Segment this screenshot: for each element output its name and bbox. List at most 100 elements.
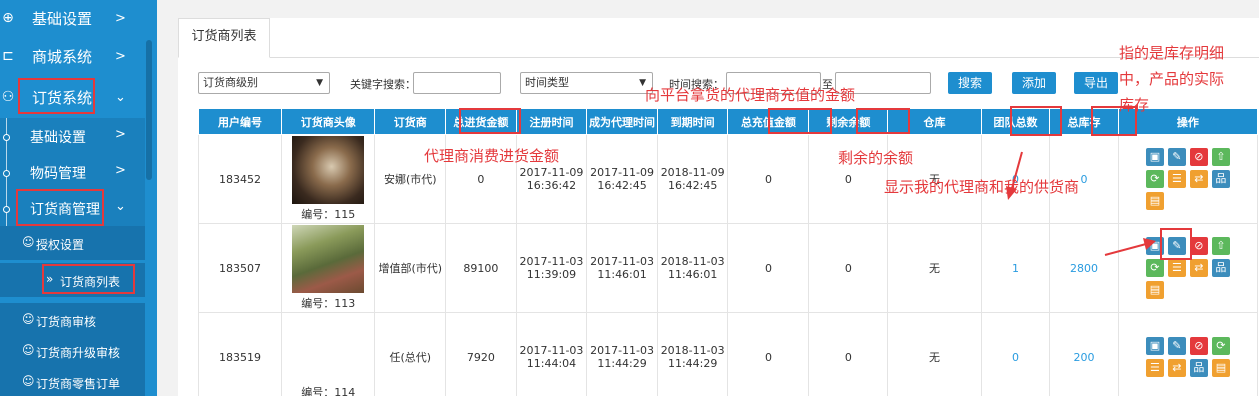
- cell-dealer: 任(总代): [374, 312, 447, 396]
- sidebar-scrollbar[interactable]: [146, 40, 152, 180]
- cell-dealer: 增值部(市代): [374, 223, 447, 313]
- avatar-code: 编号：115: [301, 208, 356, 221]
- avatar[interactable]: [292, 314, 365, 382]
- cell-balance: 0: [808, 312, 889, 396]
- date-text: 2017-11-03: [590, 344, 655, 357]
- org-icon[interactable]: 品: [1211, 170, 1230, 188]
- transfer-icon[interactable]: ⇄: [1167, 359, 1186, 377]
- sidebar-leaf-dealer-retail-orders[interactable]: ☺ 订货商零售订单: [0, 365, 145, 396]
- chevron-right-icon: >: [115, 48, 126, 64]
- list-icon[interactable]: ☰: [1167, 170, 1186, 188]
- date-text: 2017-11-03: [519, 344, 584, 357]
- sidebar-item-mall-system[interactable]: ⊏ 商城系统 >: [0, 38, 145, 74]
- chevron-down-icon: ⌄: [115, 89, 126, 105]
- org-icon[interactable]: 品: [1211, 259, 1230, 277]
- dealer-table: 用户编号 订货商头像 订货商 总进货金额 注册时间 成为代理时间 到期时间 总充…: [197, 108, 1259, 396]
- record-icon[interactable]: ▤: [1211, 359, 1230, 377]
- list-icon[interactable]: ☰: [1145, 359, 1164, 377]
- cell-total-purchase: 89100: [445, 223, 517, 313]
- sidebar: ⊕ 基础设置 > ⊏ 商城系统 > ⚇ 订货系统 ⌄ 基础设置 > 物码管理 >: [0, 0, 157, 396]
- cell-total-stock[interactable]: 200: [1049, 312, 1119, 396]
- record-icon[interactable]: ▤: [1145, 281, 1164, 299]
- cell-team-total[interactable]: 1: [980, 223, 1051, 313]
- keyword-input[interactable]: [413, 72, 501, 94]
- cell-warehouse: 无: [887, 312, 982, 396]
- org-icon[interactable]: 品: [1189, 359, 1208, 377]
- cell-balance: 0: [808, 223, 889, 313]
- date-text: 2017-11-09: [590, 166, 655, 179]
- select-value: 订货商级别: [203, 76, 258, 89]
- cell-user-id: 183519: [197, 312, 283, 396]
- edit-icon[interactable]: ✎: [1167, 337, 1186, 355]
- upgrade-icon[interactable]: ⇧: [1211, 148, 1230, 166]
- search-button[interactable]: 搜索: [948, 72, 992, 94]
- col-expire-time[interactable]: 到期时间: [656, 108, 729, 135]
- cell-register-time: 2017-11-03 11:44:04: [515, 312, 588, 396]
- cell-total-recharge: 0: [727, 223, 810, 313]
- sidebar-subitem-basic-settings[interactable]: 基础设置 >: [0, 118, 145, 154]
- date-text: 2017-11-03: [519, 255, 584, 268]
- transfer-icon[interactable]: ⇄: [1189, 259, 1208, 277]
- cart-icon: ⊏: [2, 48, 14, 64]
- col-avatar[interactable]: 订货商头像: [281, 108, 376, 135]
- col-user-id[interactable]: 用户编号: [197, 108, 283, 135]
- app-root: ⊕ 基础设置 > ⊏ 商城系统 > ⚇ 订货系统 ⌄ 基础设置 > 物码管理 >: [0, 0, 1259, 396]
- sidebar-leaf-label: 订货商审核: [36, 315, 97, 329]
- recharge-icon[interactable]: ⟳: [1145, 170, 1164, 188]
- disable-icon[interactable]: ⊘: [1189, 148, 1208, 166]
- date-text: 2018-11-03: [660, 255, 725, 268]
- cell-agent-time: 2017-11-09 16:42:45: [586, 134, 658, 224]
- recharge-icon[interactable]: ⟳: [1145, 259, 1164, 277]
- view-icon[interactable]: ▣: [1145, 148, 1164, 166]
- cell-expire-time: 2018-11-03 11:44:29: [656, 312, 729, 396]
- annotation-box-balance: [856, 108, 910, 134]
- avatar[interactable]: [292, 225, 365, 293]
- time-text: 11:46:01: [597, 268, 647, 281]
- sidebar-leaf-dealer-review[interactable]: ☺ 订货商审核: [0, 303, 145, 337]
- add-button[interactable]: 添加: [1012, 72, 1056, 94]
- cell-warehouse: 无: [887, 223, 982, 313]
- col-agent-time[interactable]: 成为代理时间: [586, 108, 658, 135]
- keyword-label: 关键字搜索：: [350, 78, 416, 91]
- date-text: 2018-11-03: [660, 344, 725, 357]
- annotation-balance: 剩余的余额: [838, 149, 914, 167]
- cell-actions: ▣ ✎ ⊘ ⟳ ☰ ⇄ 品 ▤: [1117, 312, 1259, 396]
- highlight-box: [16, 189, 104, 226]
- tree-node-icon: [3, 134, 10, 141]
- table-row: 183452 编号：115 安娜(市代) 0 2017-11-09 16:36:4…: [197, 134, 1259, 224]
- edit-icon[interactable]: ✎: [1167, 148, 1186, 166]
- time-text: 11:44:29: [597, 357, 647, 370]
- view-icon[interactable]: ▣: [1145, 337, 1164, 355]
- sidebar-item-label: 商城系统: [32, 47, 93, 66]
- time-type-select[interactable]: 时间类型 ▼: [520, 72, 653, 94]
- chevron-right-icon: >: [115, 10, 126, 26]
- sidebar-subitem-code-management[interactable]: 物码管理 >: [0, 154, 145, 190]
- tab-dealer-list[interactable]: 订货商列表: [178, 18, 270, 58]
- avatar[interactable]: [292, 136, 365, 204]
- cell-total-stock[interactable]: 2800: [1049, 223, 1119, 313]
- col-dealer[interactable]: 订货商: [374, 108, 447, 135]
- record-icon[interactable]: ▤: [1145, 192, 1164, 210]
- annotation-team: 显示我的代理商和我的供货商: [884, 178, 1080, 196]
- export-button[interactable]: 导出: [1074, 72, 1118, 94]
- time-text: 16:42:45: [667, 179, 718, 192]
- upgrade-icon[interactable]: ⇧: [1211, 237, 1230, 255]
- transfer-icon[interactable]: ⇄: [1189, 170, 1208, 188]
- disable-icon[interactable]: ⊘: [1189, 237, 1208, 255]
- list-icon[interactable]: ☰: [1167, 259, 1186, 277]
- dealer-level-select[interactable]: 订货商级别 ▼: [198, 72, 330, 94]
- disable-icon[interactable]: ⊘: [1189, 337, 1208, 355]
- globe-icon: ⊕: [2, 10, 14, 26]
- cell-team-total[interactable]: 0: [980, 312, 1051, 396]
- col-register-time[interactable]: 注册时间: [515, 108, 588, 135]
- recharge-icon[interactable]: ⟳: [1211, 337, 1230, 355]
- chevron-down-icon: ⌄: [115, 199, 126, 214]
- cell-avatar: 编号：114: [281, 312, 376, 396]
- sidebar-leaf-dealer-upgrade-review[interactable]: ☺ 订货商升级审核: [0, 334, 145, 368]
- sidebar-item-basic-settings[interactable]: ⊕ 基础设置 >: [0, 0, 145, 36]
- sidebar-item-label: 基础设置: [32, 9, 93, 28]
- sidebar-leaf-auth-settings[interactable]: ☺ 授权设置: [0, 226, 145, 260]
- date-text: 2017-11-03: [590, 255, 655, 268]
- users-icon: ☺: [22, 343, 35, 357]
- sidebar-subitem-label: 基础设置: [30, 130, 86, 146]
